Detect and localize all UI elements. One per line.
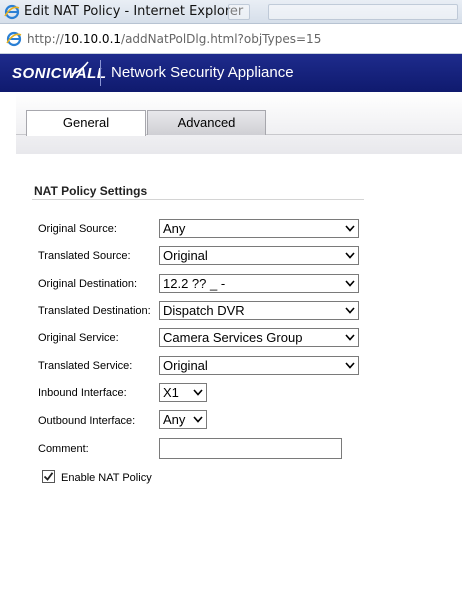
- tab-advanced[interactable]: Advanced: [147, 110, 266, 135]
- outbound-interface-value: Any: [163, 412, 186, 427]
- logo-swoosh-icon: [71, 61, 89, 75]
- inbound-interface-select[interactable]: X1: [159, 383, 207, 402]
- original-destination-label: Original Destination:: [38, 278, 138, 290]
- original-source-select[interactable]: Any: [159, 219, 359, 238]
- translated-service-select[interactable]: Original: [159, 356, 359, 375]
- url-prefix: http://: [27, 32, 64, 46]
- enable-nat-label: Enable NAT Policy: [61, 472, 152, 484]
- original-service-select[interactable]: Camera Services Group: [159, 328, 359, 347]
- translated-source-label: Translated Source:: [38, 250, 131, 262]
- translated-service-value: Original: [163, 358, 208, 373]
- sonicwall-logo: SONICWALL: [12, 65, 107, 82]
- background-tab: [228, 4, 250, 20]
- chevron-down-icon: [345, 252, 355, 259]
- window-title-bar: Edit NAT Policy - Internet Explorer: [0, 0, 462, 24]
- original-destination-select[interactable]: 12.2 ?? _ -: [159, 274, 359, 293]
- chevron-down-icon: [345, 334, 355, 341]
- chevron-down-icon: [345, 225, 355, 232]
- inbound-interface-label: Inbound Interface:: [38, 387, 127, 399]
- comment-input[interactable]: [159, 438, 342, 459]
- address-bar[interactable]: http://10.10.0.1/addNatPolDlg.html?objTy…: [0, 24, 462, 54]
- tab-general[interactable]: General: [26, 110, 146, 136]
- section-title: NAT Policy Settings: [34, 184, 148, 198]
- translated-destination-label: Translated Destination:: [38, 305, 151, 317]
- translated-destination-value: Dispatch DVR: [163, 303, 245, 318]
- header-divider: [100, 60, 101, 86]
- translated-source-select[interactable]: Original: [159, 246, 359, 265]
- comment-label: Comment:: [38, 443, 89, 455]
- inbound-interface-value: X1: [163, 385, 179, 400]
- original-service-value: Camera Services Group: [163, 330, 303, 345]
- sonicwall-header: SONICWALL Network Security Appliance: [0, 54, 462, 92]
- section-divider: [32, 199, 364, 200]
- chevron-down-icon: [345, 280, 355, 287]
- original-service-label: Original Service:: [38, 332, 119, 344]
- chevron-down-icon: [345, 362, 355, 369]
- outbound-interface-label: Outbound Interface:: [38, 415, 136, 427]
- translated-service-label: Translated Service:: [38, 360, 133, 372]
- original-destination-value: 12.2 ?? _ -: [163, 276, 226, 291]
- url-path: /addNatPolDlg.html?objTypes=15: [121, 32, 322, 46]
- original-source-label: Original Source:: [38, 223, 117, 235]
- url-text[interactable]: http://10.10.0.1/addNatPolDlg.html?objTy…: [27, 32, 321, 46]
- internet-explorer-icon: [4, 4, 20, 20]
- translated-destination-select[interactable]: Dispatch DVR: [159, 301, 359, 320]
- background-tab: [268, 4, 458, 20]
- chevron-down-icon: [193, 416, 203, 423]
- url-host: 10.10.0.1: [63, 32, 122, 46]
- translated-source-value: Original: [163, 248, 208, 263]
- enable-nat-checkbox[interactable]: [42, 470, 55, 483]
- outbound-interface-select[interactable]: Any: [159, 410, 207, 429]
- original-source-value: Any: [163, 221, 186, 236]
- checkmark-icon: [43, 472, 54, 481]
- product-name: Network Security Appliance: [111, 64, 294, 81]
- window-title: Edit NAT Policy - Internet Explorer: [24, 4, 244, 19]
- chevron-down-icon: [345, 307, 355, 314]
- chevron-down-icon: [193, 389, 203, 396]
- internet-explorer-icon: [6, 31, 22, 47]
